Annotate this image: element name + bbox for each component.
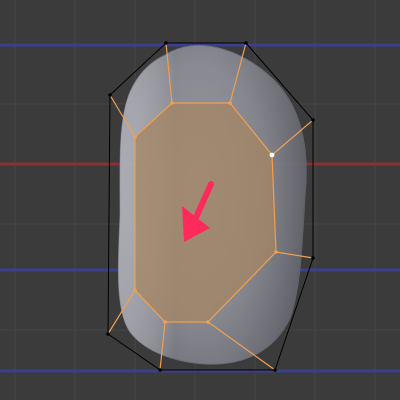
selected-vertex[interactable] [274,250,278,254]
selected-vertex[interactable] [133,135,137,139]
selected-vertex[interactable] [133,288,137,292]
mesh-vertex[interactable] [158,368,162,372]
selected-vertex[interactable] [206,320,210,324]
mesh-vertex[interactable] [164,41,168,45]
selected-vertex[interactable] [228,101,232,105]
selected-vertex[interactable] [170,101,174,105]
mesh-object[interactable] [106,41,315,372]
mesh-vertex[interactable] [106,332,110,336]
mesh-vertex[interactable] [244,41,248,45]
active-vertex[interactable] [269,152,275,158]
mesh-vertex[interactable] [311,256,315,260]
viewport-canvas[interactable] [0,0,400,400]
3d-viewport[interactable] [0,0,400,400]
mesh-vertex[interactable] [311,118,315,122]
mesh-vertex[interactable] [108,93,112,97]
selected-vertex[interactable] [163,320,167,324]
mesh-vertex[interactable] [273,368,277,372]
